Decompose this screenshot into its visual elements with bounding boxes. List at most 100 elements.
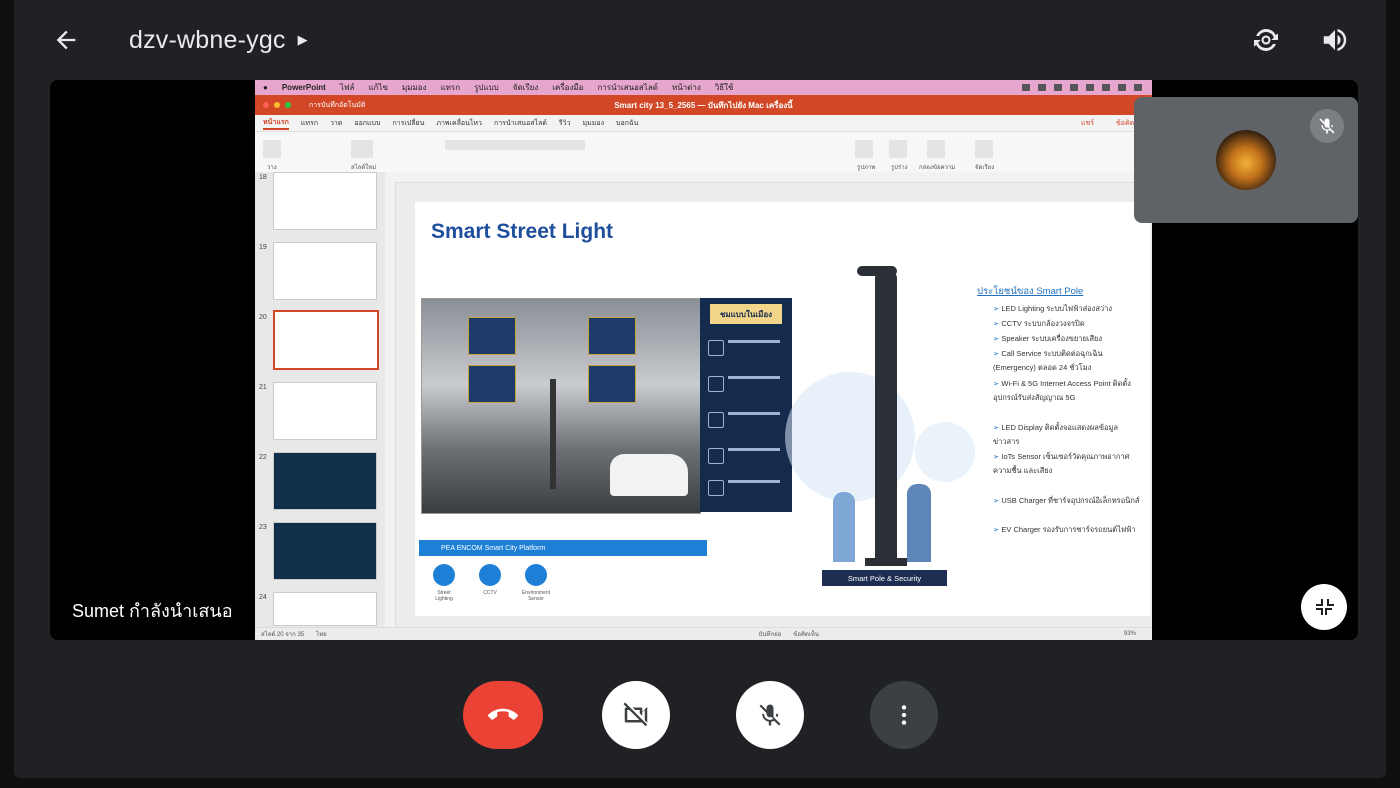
panel-item — [708, 446, 784, 472]
benefit-item: USB Charger ที่ชาร์จอุปกรณ์อิเล็กทรอนิกส… — [993, 494, 1143, 508]
ribbon-tab: การนำเสนอสไลด์ — [493, 119, 547, 127]
more-options-button[interactable] — [870, 681, 938, 749]
ribbon-tab: รีวิว — [558, 119, 571, 127]
platform-icon-label: CCTV — [483, 590, 497, 596]
ribbon-tab: วาด — [329, 119, 343, 127]
ribbon-label: วาง — [267, 165, 277, 171]
thumb-number: 18 — [259, 174, 267, 181]
phone-hangup-icon — [488, 708, 518, 720]
benefits-title: ประโยชน์ของ Smart Pole — [977, 286, 1084, 297]
pole-caption: Smart Pole & Security — [822, 570, 947, 586]
menu-item: จัดเรียง — [512, 83, 539, 92]
slide-thumbnail — [273, 382, 377, 440]
thumb-number: 19 — [259, 244, 267, 251]
menu-app: PowerPoint — [281, 83, 326, 92]
horizontal-ruler — [385, 172, 1152, 183]
file-name: Smart city 13_5_2565 — บันทึกไปยัง Mac เ… — [614, 100, 793, 110]
benefit-item: Call Service ระบบติดต่อฉุกเฉิน (Emergenc… — [993, 347, 1143, 375]
photo-sign — [468, 365, 516, 403]
ribbon-share: แชร์ — [1080, 119, 1094, 127]
thumb-number: 22 — [259, 454, 267, 461]
slide-thumbnail — [273, 452, 377, 510]
cctv-icon — [479, 564, 501, 586]
arrow-left-icon — [56, 30, 76, 50]
speaker-button[interactable] — [1315, 20, 1355, 60]
ppt-workarea: 18 19 20 21 22 23 24 Smart Street Light — [255, 172, 1152, 628]
ribbon-tab: มุมมอง — [582, 119, 605, 127]
slide-thumbnail — [273, 592, 377, 626]
muted-badge — [1310, 109, 1344, 143]
ribbon-label: จัดเรียง — [975, 165, 995, 171]
ribbon-tab: การเปลี่ยน — [392, 119, 425, 127]
slide-title: Smart Street Light — [431, 220, 614, 243]
zoom-level: 93% — [1123, 631, 1136, 637]
ribbon-label: รูปภาพ — [857, 165, 876, 171]
ribbon-tab: บอกฉัน — [616, 119, 639, 127]
menu-item: รูปแบบ — [474, 83, 499, 92]
panel-item — [708, 338, 784, 364]
sensor-icon — [525, 564, 547, 586]
more-vertical-icon — [901, 705, 907, 725]
benefit-item: LED Display ติดตั้งจอแสดงผลข้อมูลข่าวสาร — [993, 421, 1143, 449]
apple-icon: ● — [263, 83, 268, 92]
slide-thumbnails: 18 19 20 21 22 23 24 — [255, 172, 385, 628]
top-bar: dzv-wbne-ygc ▶ — [0, 0, 1400, 80]
meeting-code[interactable]: dzv-wbne-ygc ▶ — [129, 22, 308, 58]
ribbon-label: รูปร่าง — [891, 165, 908, 171]
panel-heading: ชมแบบในเมือง — [710, 304, 782, 324]
smart-pole — [875, 272, 897, 562]
menu-item: วิธีใช้ — [714, 83, 734, 92]
ppt-title-bar: การบันทึกอัตโนมัติ Smart city 13_5_2565 … — [255, 95, 1152, 115]
screen-share: ● PowerPoint ไฟล์ แก้ไข มุมมอง แทรก รูปแ… — [255, 80, 1152, 640]
menu-status-icons — [1022, 84, 1152, 91]
volume-icon — [1323, 29, 1347, 51]
mic-toggle-button[interactable] — [736, 681, 804, 749]
ribbon-label: สไลด์ใหม่ — [351, 165, 377, 171]
switch-camera-icon — [1254, 29, 1278, 51]
minimize-button[interactable] — [1301, 584, 1347, 630]
vertical-ruler — [385, 182, 396, 628]
benefit-item: LED Lighting ระบบไฟฟ้าส่องสว่าง — [993, 302, 1143, 316]
platform-icon-label: Street Lighting — [435, 590, 453, 602]
thumb-number: 24 — [259, 594, 267, 601]
self-view-tile[interactable] — [1134, 97, 1358, 223]
ribbon-tab: ออกแบบ — [354, 119, 381, 127]
slide-count: สไลด์ 20 จาก 35 — [261, 632, 305, 638]
ribbon-tab: แทรก — [300, 119, 318, 127]
camera-off-icon — [623, 702, 648, 727]
photo-sign — [588, 365, 636, 403]
pole-base — [865, 558, 907, 566]
thumb-number: 23 — [259, 524, 267, 531]
thumb-number: 20 — [259, 314, 267, 321]
meeting-code-text: dzv-wbne-ygc — [129, 25, 286, 54]
end-call-button[interactable] — [463, 681, 543, 749]
platform-banner: PEA ENCOM Smart City Platform — [419, 540, 707, 556]
benefit-item: IoTs Sensor เซ็นเซอร์วัดคุณภาพอากาศ ความ… — [993, 450, 1143, 478]
benefit-item: Wi-Fi & 5G Internet Access Point ติดตั้ง… — [993, 377, 1143, 405]
slide-thumbnail-selected — [273, 310, 379, 370]
language: ไทย — [316, 632, 327, 638]
photo-sign — [588, 317, 636, 355]
feature-panel: ชมแบบในเมือง — [700, 298, 792, 512]
notes-label: บันทึกย่อ — [758, 632, 782, 638]
benefit-item: Speaker ระบบเครื่องขยายเสียง — [993, 332, 1143, 346]
menu-item: มุมมอง — [401, 83, 427, 92]
ribbon-tab: หน้าแรก — [263, 117, 289, 130]
back-button[interactable] — [48, 22, 84, 58]
menu-item: แทรก — [440, 83, 461, 92]
menu-item: ไฟล์ — [339, 83, 355, 92]
presenter-label: Sumet กำลังนำเสนอ — [72, 601, 233, 621]
camera-toggle-button[interactable] — [602, 681, 670, 749]
chevron-right-icon: ▶ — [297, 32, 308, 47]
switch-camera-button[interactable] — [1246, 20, 1286, 60]
ribbon: วาง สไลด์ใหม่ รูปภาพ รูปร่าง กล่องข้อควา… — [255, 132, 1152, 173]
car — [610, 454, 688, 496]
photo-sign — [468, 317, 516, 355]
slide-thumbnail — [273, 242, 377, 300]
panel-item — [708, 374, 784, 400]
slide-thumbnail — [273, 172, 377, 230]
benefit-item: EV Charger รองรับการชาร์จรถยนต์ไฟฟ้า — [993, 523, 1143, 537]
comments-label: ข้อคิดเห็น — [793, 632, 819, 638]
mic-off-icon — [1319, 118, 1335, 134]
platform-icon-label: Environment Sensor — [521, 590, 551, 602]
